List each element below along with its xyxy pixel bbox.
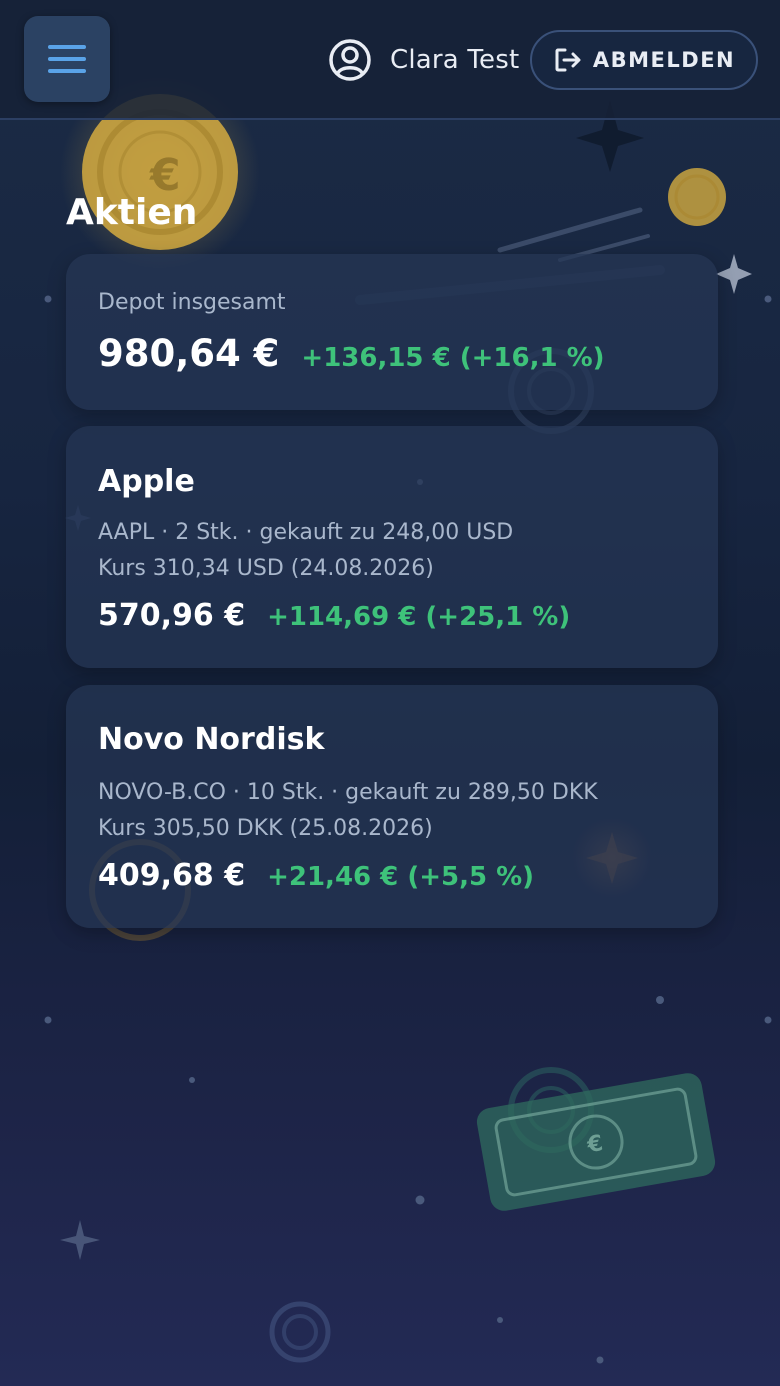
- position-name: Apple: [98, 464, 195, 499]
- user-name: Clara Test: [390, 45, 520, 75]
- banknote-icon: €: [476, 1073, 716, 1211]
- logout-icon: [555, 48, 581, 72]
- position-value: 570,96 €: [98, 598, 246, 633]
- position-value-row: 570,96 € +114,69 € (+25,1 %): [98, 598, 570, 633]
- position-details: AAPL · 2 Stk. · gekauft zu 248,00 USD: [98, 520, 514, 545]
- portfolio-total-card: Depot insgesamt 980,64 € +136,15 € (+16,…: [66, 254, 718, 410]
- logout-label: ABMELDEN: [592, 48, 736, 72]
- app-header: Clara Test ABMELDEN: [0, 0, 780, 120]
- total-change: +136,15 € (+16,1 %): [301, 343, 605, 373]
- total-value: 980,64 €: [98, 332, 280, 375]
- position-change: +21,46 € (+5,5 %): [267, 862, 535, 892]
- position-card[interactable]: Novo Nordisk NOVO-B.CO · 10 Stk. · gekau…: [66, 685, 718, 928]
- menu-button[interactable]: [24, 16, 110, 102]
- position-details: NOVO-B.CO · 10 Stk. · gekauft zu 289,50 …: [98, 780, 598, 805]
- logout-button[interactable]: ABMELDEN: [530, 30, 758, 90]
- total-label: Depot insgesamt: [98, 290, 286, 315]
- hamburger-icon: [48, 57, 86, 61]
- hamburger-icon: [48, 45, 86, 49]
- small-coin-icon: [668, 168, 726, 226]
- user-info: Clara Test: [328, 38, 519, 82]
- position-quote: Kurs 310,34 USD (24.08.2026): [98, 556, 434, 581]
- position-card[interactable]: Apple AAPL · 2 Stk. · gekauft zu 248,00 …: [66, 426, 718, 668]
- user-circle-icon: [329, 39, 371, 81]
- position-value: 409,68 €: [98, 858, 246, 893]
- position-value-row: 409,68 € +21,46 € (+5,5 %): [98, 858, 534, 893]
- position-name: Novo Nordisk: [98, 722, 325, 757]
- position-change: +114,69 € (+25,1 %): [267, 602, 571, 632]
- total-value-row: 980,64 € +136,15 € (+16,1 %): [98, 332, 605, 375]
- hamburger-icon: [48, 69, 86, 73]
- position-quote: Kurs 305,50 DKK (25.08.2026): [98, 816, 433, 841]
- banknote-symbol: €: [584, 1131, 604, 1158]
- page-title: Aktien: [66, 192, 198, 233]
